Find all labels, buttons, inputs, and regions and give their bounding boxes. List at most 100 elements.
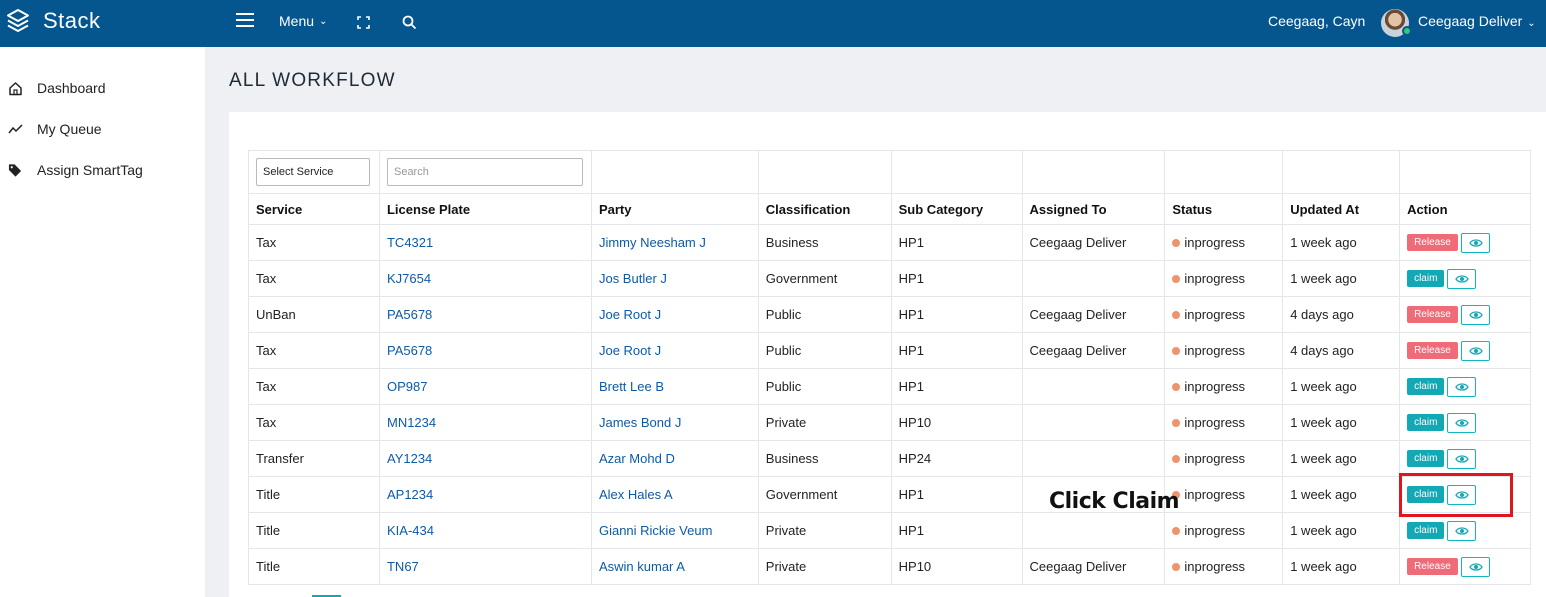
status-text: inprogress: [1184, 235, 1246, 250]
status-dot: [1172, 239, 1181, 247]
cell-updated-at: 1 week ago: [1282, 404, 1401, 441]
sidebar-item-my-queue[interactable]: My Queue: [8, 121, 102, 137]
column-header-action: Action: [1399, 193, 1531, 225]
claim-button[interactable]: claim: [1407, 378, 1445, 395]
license-plate-link[interactable]: KJ7654: [387, 271, 431, 286]
eye-icon[interactable]: [1460, 304, 1490, 325]
eye-icon[interactable]: [1460, 340, 1490, 361]
cell-sub-category: HP1: [890, 476, 1023, 513]
release-button[interactable]: Release: [1407, 234, 1458, 251]
cell-classification: Public: [757, 296, 892, 333]
release-button[interactable]: Release: [1407, 558, 1458, 575]
sidebar-item-dashboard[interactable]: Dashboard: [8, 80, 106, 96]
license-plate-link[interactable]: OP987: [387, 379, 427, 394]
cell-service: Transfer: [248, 440, 380, 477]
brand[interactable]: Stack: [6, 8, 101, 34]
license-plate-link[interactable]: PA5678: [387, 343, 432, 358]
cell-sub-category: HP1: [890, 512, 1023, 549]
status-text: inprogress: [1184, 379, 1246, 394]
status-text: inprogress: [1184, 343, 1246, 358]
status-text: inprogress: [1184, 523, 1246, 538]
release-button[interactable]: Release: [1407, 306, 1458, 323]
license-plate-link[interactable]: TC4321: [387, 235, 433, 250]
sidebar: Dashboard My Queue Assign SmartTag: [0, 47, 205, 597]
eye-icon[interactable]: [1447, 412, 1477, 433]
cell-assigned-to: [1021, 404, 1166, 441]
column-header-sub-category[interactable]: Sub Category: [890, 193, 1023, 225]
column-header-classification[interactable]: Classification: [757, 193, 892, 225]
column-header-license-plate[interactable]: License Plate: [378, 193, 592, 225]
release-button[interactable]: Release: [1407, 342, 1458, 359]
license-plate-link[interactable]: PA5678: [387, 307, 432, 322]
table-row: Tax OP987 Brett Lee B Public HP1 inprogress 1 …: [248, 368, 1531, 405]
claim-button[interactable]: claim: [1407, 450, 1445, 467]
cell-service: Title: [248, 548, 380, 585]
status-dot: [1172, 419, 1181, 427]
license-plate-link[interactable]: AP1234: [387, 487, 433, 502]
eye-icon[interactable]: [1447, 376, 1477, 397]
column-header-updated-at[interactable]: Updated At: [1282, 193, 1401, 225]
cell-service: Tax: [248, 224, 380, 261]
cell-classification: Private: [757, 548, 892, 585]
party-link[interactable]: Jos Butler J: [599, 271, 667, 286]
brand-name: Stack: [43, 8, 101, 33]
license-plate-link[interactable]: KIA-434: [387, 523, 434, 538]
party-link[interactable]: Jimmy Neesham J: [599, 235, 706, 250]
party-link[interactable]: Alex Hales A: [599, 487, 673, 502]
cell-sub-category: HP1: [890, 332, 1023, 369]
party-link[interactable]: Gianni Rickie Veum: [599, 523, 712, 538]
annotation-label: Click Claim: [1049, 489, 1180, 514]
sidebar-item-label: Assign SmartTag: [37, 162, 143, 178]
service-select[interactable]: Select Service: [256, 158, 370, 186]
cell-updated-at: 1 week ago: [1282, 224, 1401, 261]
column-header-assigned-to[interactable]: Assigned To: [1021, 193, 1166, 225]
license-plate-link[interactable]: AY1234: [387, 451, 432, 466]
status-text: inprogress: [1184, 415, 1246, 430]
party-link[interactable]: Azar Mohd D: [599, 451, 675, 466]
party-link[interactable]: Brett Lee B: [599, 379, 664, 394]
chevron-down-icon: ⌄: [319, 15, 328, 27]
party-link[interactable]: Joe Root J: [599, 343, 661, 358]
filter-row: Select Service: [248, 150, 1531, 194]
claim-button[interactable]: claim: [1407, 414, 1445, 431]
cell-classification: Business: [757, 224, 892, 261]
cell-sub-category: HP1: [890, 224, 1023, 261]
cell-assigned-to: Ceegaag Deliver: [1021, 332, 1166, 369]
stack-logo-icon: [7, 9, 29, 32]
trend-icon: [8, 123, 23, 133]
party-link[interactable]: Aswin kumar A: [599, 559, 685, 574]
table-row: Title AP1234 Alex Hales A Government HP1 inpr…: [248, 476, 1531, 513]
claim-button[interactable]: claim: [1407, 270, 1445, 287]
cell-updated-at: 1 week ago: [1282, 260, 1401, 297]
status-dot: [1172, 527, 1181, 535]
eye-icon[interactable]: [1447, 448, 1477, 469]
table-row: Tax KJ7654 Jos Butler J Government HP1 inprog…: [248, 260, 1531, 297]
claim-button[interactable]: claim: [1407, 522, 1445, 539]
profile-dropdown[interactable]: Ceegaag Deliver ⌄: [1418, 13, 1536, 29]
party-link[interactable]: Joe Root J: [599, 307, 661, 322]
column-header-status[interactable]: Status: [1164, 193, 1284, 225]
party-link[interactable]: James Bond J: [599, 415, 681, 430]
search-input[interactable]: [386, 158, 583, 186]
search-icon[interactable]: [402, 15, 417, 30]
sidebar-item-assign-smarttag[interactable]: Assign SmartTag: [8, 162, 143, 178]
status-dot: [1172, 347, 1181, 355]
cell-service: Tax: [248, 332, 380, 369]
eye-icon[interactable]: [1447, 520, 1477, 541]
cell-service: Tax: [248, 404, 380, 441]
hamburger-icon[interactable]: [236, 13, 254, 27]
eye-icon[interactable]: [1460, 232, 1490, 253]
fullscreen-icon[interactable]: [357, 16, 370, 29]
status-dot: [1172, 383, 1181, 391]
table-row: Tax TC4321 Jimmy Neesham J Business HP1 Ceega…: [248, 224, 1531, 261]
cell-assigned-to: [1021, 260, 1166, 297]
license-plate-link[interactable]: TN67: [387, 559, 419, 574]
eye-icon[interactable]: [1460, 556, 1490, 577]
status-dot: [1172, 563, 1181, 571]
column-header-party[interactable]: Party: [590, 193, 759, 225]
eye-icon[interactable]: [1447, 268, 1477, 289]
cell-assigned-to: Ceegaag Deliver: [1021, 296, 1166, 333]
column-header-service[interactable]: Service: [248, 193, 380, 225]
license-plate-link[interactable]: MN1234: [387, 415, 436, 430]
menu-dropdown[interactable]: Menu ⌄: [279, 13, 327, 29]
